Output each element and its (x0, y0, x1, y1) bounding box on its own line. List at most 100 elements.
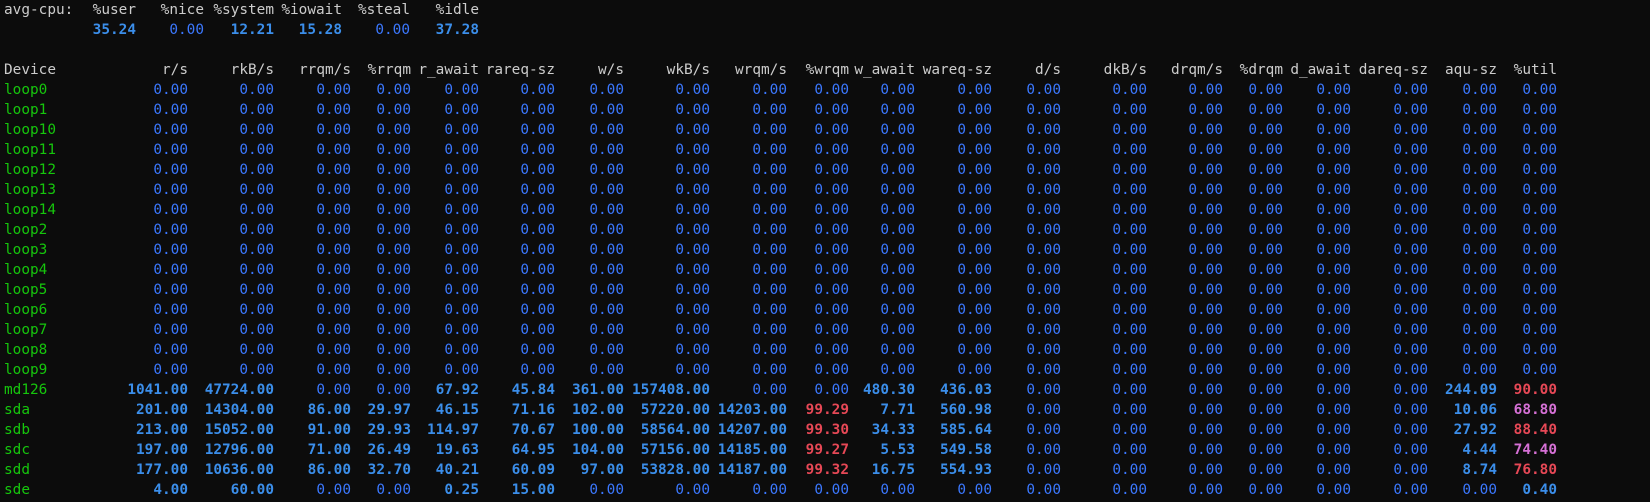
table-cell: 0.00 (239, 262, 274, 278)
table-cell: 0.00 (444, 262, 479, 278)
table-cell: 0.00 (376, 242, 411, 258)
table-cell: 0.00 (752, 202, 787, 218)
table-cell: 0.00 (1316, 142, 1351, 158)
table-cell: 0.00 (1393, 442, 1428, 458)
table-cell: 0.00 (1316, 262, 1351, 278)
table-cell: 0.00 (880, 302, 915, 318)
table-cell: 0.00 (239, 202, 274, 218)
device-name: sda (4, 402, 30, 418)
table-cell: 0.00 (752, 362, 787, 378)
table-cell: 0.00 (1462, 342, 1497, 358)
table-cell: 0.00 (752, 102, 787, 118)
table-cell: 0.00 (752, 382, 787, 398)
column-header: %wrqm (805, 62, 849, 78)
table-cell: 0.00 (520, 282, 555, 298)
table-cell: 0.00 (1188, 362, 1223, 378)
table-cell: 0.00 (675, 122, 710, 138)
table-cell: 0.00 (589, 322, 624, 338)
table-cell: 0.00 (1462, 302, 1497, 318)
cpu-header-cell: %steal (358, 2, 410, 18)
table-cell: 0.00 (880, 322, 915, 338)
table-cell: 554.93 (940, 462, 992, 478)
table-cell: 585.64 (940, 422, 992, 438)
table-cell: 0.00 (1462, 482, 1497, 498)
table-cell: 0.00 (1316, 422, 1351, 438)
table-cell: 53828.00 (640, 462, 710, 478)
table-cell: 58564.00 (640, 422, 710, 438)
table-cell: 0.00 (880, 482, 915, 498)
table-cell: 0.00 (1316, 462, 1351, 478)
table-row: loop8 0.00 0.00 0.00 0.00 0.00 0.00 0.00 0.00 0.0… (4, 340, 1650, 360)
table-row: loop2 0.00 0.00 0.00 0.00 0.00 0.00 0.00 0.00 0.0… (4, 220, 1650, 240)
table-cell: 0.00 (1522, 182, 1557, 198)
table-cell: 0.00 (1188, 322, 1223, 338)
table-cell: 0.00 (880, 122, 915, 138)
cpu-header-row: avg-cpu: %user %nice %system %iowait %steal %i… (4, 0, 1650, 20)
table-cell: 0.00 (1026, 202, 1061, 218)
table-cell: 0.00 (239, 282, 274, 298)
table-cell: 60.09 (511, 462, 555, 478)
table-cell: 0.00 (1112, 402, 1147, 418)
table-cell: 0.00 (1112, 482, 1147, 498)
table-cell: 0.00 (1112, 262, 1147, 278)
table-cell: 0.00 (814, 302, 849, 318)
table-cell: 0.00 (520, 202, 555, 218)
table-cell: 0.00 (589, 82, 624, 98)
table-cell: 0.00 (1462, 82, 1497, 98)
table-cell: 0.00 (239, 82, 274, 98)
table-cell: 0.00 (1248, 122, 1283, 138)
table-cell: 0.00 (1188, 182, 1223, 198)
table-cell: 0.00 (1316, 342, 1351, 358)
table-cell: 0.00 (814, 282, 849, 298)
table-cell: 0.00 (1188, 302, 1223, 318)
table-cell: 0.00 (239, 142, 274, 158)
table-cell: 0.00 (752, 282, 787, 298)
table-cell: 0.00 (1112, 122, 1147, 138)
table-cell: 0.00 (1026, 182, 1061, 198)
cpu-value-cell: 15.28 (298, 22, 342, 38)
table-cell: 0.00 (1522, 342, 1557, 358)
table-cell: 0.00 (752, 142, 787, 158)
table-cell: 57220.00 (640, 402, 710, 418)
table-cell: 0.00 (444, 202, 479, 218)
table-cell: 0.00 (1112, 362, 1147, 378)
table-cell: 0.00 (752, 182, 787, 198)
table-cell: 0.00 (444, 282, 479, 298)
table-cell: 0.00 (316, 102, 351, 118)
table-cell: 0.00 (1393, 302, 1428, 318)
table-cell: 0.00 (814, 222, 849, 238)
cpu-header-cell: %system (213, 2, 274, 18)
table-cell: 0.00 (316, 202, 351, 218)
table-cell: 0.00 (520, 162, 555, 178)
table-cell: 86.00 (307, 402, 351, 418)
table-cell: 26.49 (367, 442, 411, 458)
table-cell: 29.97 (367, 402, 411, 418)
table-cell: 0.00 (957, 82, 992, 98)
terminal-window[interactable]: avg-cpu: %user %nice %system %iowait %steal %i… (0, 0, 1650, 502)
table-cell: 0.00 (814, 122, 849, 138)
table-cell: 0.00 (376, 362, 411, 378)
device-name: loop13 (4, 182, 56, 198)
table-cell: 0.40 (1522, 482, 1557, 498)
table-cell: 0.00 (1026, 362, 1061, 378)
table-cell: 0.00 (957, 102, 992, 118)
table-cell: 0.00 (957, 122, 992, 138)
table-row: loop14 0.00 0.00 0.00 0.00 0.00 0.00 0.00 0.00 0.… (4, 200, 1650, 220)
table-cell: 0.00 (376, 342, 411, 358)
table-cell: 14304.00 (204, 402, 274, 418)
table-cell: 0.00 (1393, 82, 1428, 98)
table-cell: 0.00 (675, 262, 710, 278)
table-cell: 213.00 (136, 422, 188, 438)
table-cell: 0.00 (1248, 342, 1283, 358)
table-cell: 0.00 (1462, 182, 1497, 198)
device-name: loop11 (4, 142, 56, 158)
table-cell: 0.00 (1522, 262, 1557, 278)
table-cell: 0.00 (1462, 362, 1497, 378)
table-cell: 0.00 (1026, 482, 1061, 498)
table-cell: 0.00 (376, 322, 411, 338)
table-cell: 0.00 (589, 222, 624, 238)
table-cell: 0.00 (1188, 142, 1223, 158)
table-cell: 57156.00 (640, 442, 710, 458)
table-cell: 0.00 (589, 482, 624, 498)
column-header: r_await (418, 62, 479, 78)
